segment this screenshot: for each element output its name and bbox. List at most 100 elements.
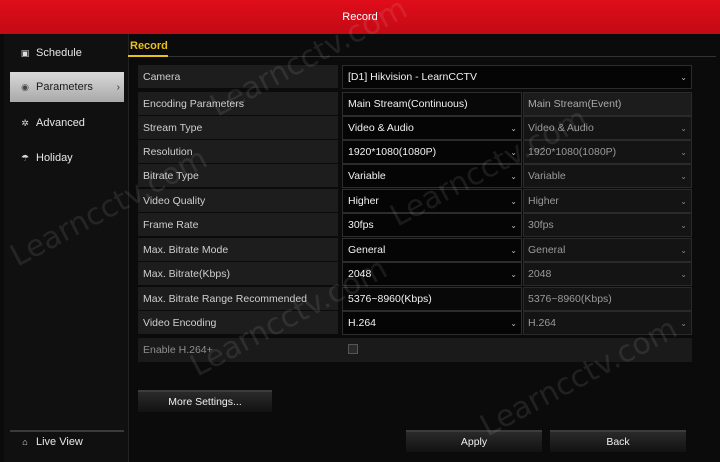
video-quality-row: Video Quality Higher ⌄ Higher ⌄	[138, 189, 692, 213]
stream-type-label: Stream Type	[138, 116, 338, 140]
select-value: General	[348, 244, 386, 256]
video-encoding-row: Video Encoding H.264 ⌄ H.264 ⌄	[138, 311, 692, 335]
bitrate-type-row: Bitrate Type Variable ⌄ Variable ⌄	[138, 164, 692, 188]
video-quality-continuous-select[interactable]: Higher ⌄	[342, 189, 522, 213]
chevron-down-icon: ⌄	[680, 72, 687, 82]
max-bitrate-mode-event-select[interactable]: General ⌄	[523, 238, 692, 262]
sidebar-item-advanced[interactable]: ✲ Advanced	[10, 108, 124, 138]
home-icon: ⌂	[22, 437, 28, 447]
select-value: 30fps	[528, 219, 554, 231]
chevron-down-icon: ⌄	[510, 147, 517, 157]
camera-row: Camera [D1] Hikvision - LearnCCTV ⌄	[138, 65, 692, 89]
enable-h264plus-row: Enable H.264+	[138, 338, 692, 362]
sidebar-item-label: Advanced	[36, 117, 85, 129]
bitrate-range-continuous-value: 5376~8960(Kbps)	[342, 287, 522, 311]
live-view-label: Live View	[36, 436, 83, 448]
select-value: Video & Audio	[348, 122, 414, 134]
chevron-down-icon: ⌄	[680, 318, 687, 328]
chevron-down-icon: ⌄	[680, 147, 687, 157]
select-value: Video & Audio	[528, 122, 594, 134]
sidebar-item-parameters[interactable]: ◉ Parameters ›	[10, 72, 124, 102]
chevron-down-icon: ⌄	[680, 196, 687, 206]
select-value: Higher	[528, 195, 559, 207]
encoding-parameters-label: Encoding Parameters	[138, 92, 338, 116]
holiday-icon: ☂	[20, 152, 30, 163]
resolution-continuous-select[interactable]: 1920*1080(1080P) ⌄	[342, 140, 522, 164]
max-bitrate-row: Max. Bitrate(Kbps) 2048 ⌄ 2048 ⌄	[138, 262, 692, 286]
max-bitrate-continuous-select[interactable]: 2048 ⌄	[342, 262, 522, 286]
tab-record[interactable]: Record	[130, 40, 168, 52]
select-value: 30fps	[348, 219, 374, 231]
video-quality-event-select[interactable]: Higher ⌄	[523, 189, 692, 213]
bitrate-range-row: Max. Bitrate Range Recommended 5376~8960…	[138, 287, 692, 311]
chevron-down-icon: ⌄	[680, 269, 687, 279]
select-value: General	[528, 244, 566, 256]
video-encoding-continuous-select[interactable]: H.264 ⌄	[342, 311, 522, 335]
bitrate-range-label: Max. Bitrate Range Recommended	[138, 287, 338, 311]
resolution-row: Resolution 1920*1080(1080P) ⌄ 1920*1080(1…	[138, 140, 692, 164]
schedule-icon: ▣	[20, 47, 30, 58]
bitrate-range-event-value: 5376~8960(Kbps)	[523, 287, 692, 311]
camera-select[interactable]: [D1] Hikvision - LearnCCTV ⌄	[342, 65, 692, 89]
sidebar-item-schedule[interactable]: ▣ Schedule	[10, 38, 124, 68]
max-bitrate-label: Max. Bitrate(Kbps)	[138, 262, 338, 286]
chevron-down-icon: ⌄	[510, 171, 517, 181]
select-value: Higher	[348, 195, 379, 207]
sidebar: ▣ Schedule ◉ Parameters › ✲ Advanced ☂ H…	[4, 34, 129, 462]
chevron-down-icon: ⌄	[510, 245, 517, 255]
select-value: H.264	[348, 317, 377, 329]
title-bar: Record	[0, 0, 720, 34]
live-view-button[interactable]: ⌂ Live View	[10, 427, 124, 457]
select-value: Variable	[348, 170, 386, 182]
chevron-down-icon: ⌄	[680, 123, 687, 133]
window-title: Record	[342, 11, 378, 23]
frame-rate-label: Frame Rate	[138, 213, 338, 237]
resolution-event-select[interactable]: 1920*1080(1080P) ⌄	[523, 140, 692, 164]
select-value: 2048	[348, 268, 372, 280]
max-bitrate-event-select[interactable]: 2048 ⌄	[523, 262, 692, 286]
sidebar-item-holiday[interactable]: ☂ Holiday	[10, 143, 124, 173]
select-value: 1920*1080(1080P)	[528, 146, 617, 158]
back-button[interactable]: Back	[550, 430, 686, 452]
select-value: H.264	[528, 317, 557, 329]
select-value: 2048	[528, 268, 552, 280]
chevron-down-icon: ⌄	[510, 318, 517, 328]
camera-label: Camera	[138, 65, 338, 89]
video-encoding-label: Video Encoding	[138, 311, 338, 335]
tab-active-indicator	[128, 55, 168, 57]
chevron-down-icon: ⌄	[680, 245, 687, 255]
parameters-icon: ◉	[21, 81, 29, 92]
encoding-header-row: Encoding Parameters Main Stream(Continuo…	[138, 92, 692, 116]
video-encoding-event-select[interactable]: H.264 ⌄	[523, 311, 692, 335]
max-bitrate-mode-row: Max. Bitrate Mode General ⌄ General ⌄	[138, 238, 692, 262]
more-settings-button[interactable]: More Settings...	[138, 390, 272, 412]
bitrate-type-event-select[interactable]: Variable ⌄	[523, 164, 692, 188]
main-stream-event-header: Main Stream(Event)	[523, 92, 692, 116]
frame-rate-event-select[interactable]: 30fps ⌄	[523, 213, 692, 237]
tab-divider	[128, 56, 716, 57]
stream-type-continuous-select[interactable]: Video & Audio ⌄	[342, 116, 522, 140]
chevron-down-icon: ⌄	[680, 220, 687, 230]
enable-h264plus-label: Enable H.264+	[143, 344, 213, 356]
select-value: 1920*1080(1080P)	[348, 146, 437, 158]
apply-button[interactable]: Apply	[406, 430, 542, 452]
bitrate-type-continuous-select[interactable]: Variable ⌄	[342, 164, 522, 188]
main-stream-continuous-header: Main Stream(Continuous)	[342, 92, 522, 116]
sidebar-item-label: Schedule	[36, 47, 82, 59]
select-value: Variable	[528, 170, 566, 182]
enable-h264plus-checkbox[interactable]	[348, 344, 358, 354]
stream-type-event-select[interactable]: Video & Audio ⌄	[523, 116, 692, 140]
chevron-down-icon: ⌄	[510, 269, 517, 279]
max-bitrate-mode-label: Max. Bitrate Mode	[138, 238, 338, 262]
frame-rate-continuous-select[interactable]: 30fps ⌄	[342, 213, 522, 237]
camera-value: [D1] Hikvision - LearnCCTV	[348, 71, 477, 83]
video-quality-label: Video Quality	[138, 189, 338, 213]
chevron-down-icon: ⌄	[510, 220, 517, 230]
chevron-down-icon: ⌄	[680, 171, 687, 181]
chevron-down-icon: ⌄	[510, 196, 517, 206]
stream-type-row: Stream Type Video & Audio ⌄ Video & Audio…	[138, 116, 692, 140]
advanced-icon: ✲	[21, 117, 29, 128]
chevron-down-icon: ⌄	[510, 123, 517, 133]
resolution-label: Resolution	[138, 140, 338, 164]
max-bitrate-mode-continuous-select[interactable]: General ⌄	[342, 238, 522, 262]
